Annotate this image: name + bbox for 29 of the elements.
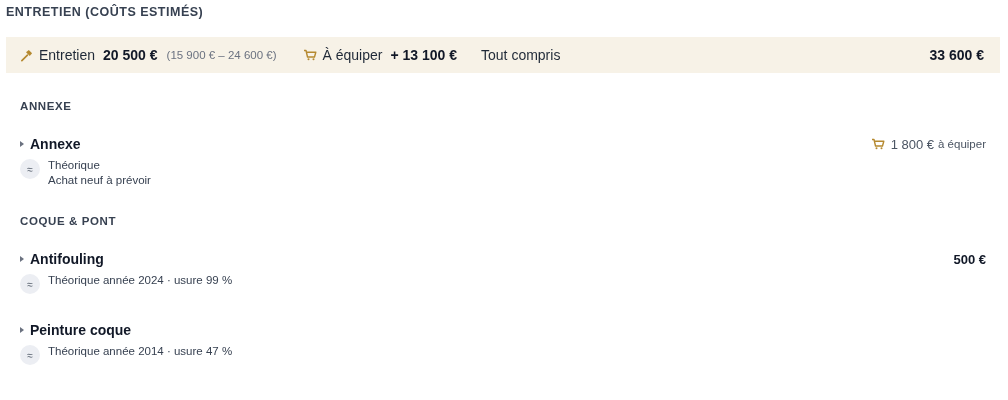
summary-label: Tout compris — [481, 47, 561, 63]
detail-text: Achat neuf à prévoir — [48, 173, 151, 188]
item-name: Antifouling — [30, 251, 104, 267]
category-heading: ANNEXE — [20, 100, 73, 112]
equip-amount: 1 800 € — [890, 136, 935, 152]
detail-text: Théorique année 2024 · usure 99 % — [48, 273, 233, 288]
caret-icon[interactable] — [20, 256, 24, 262]
estimate-badge: ≈ — [20, 159, 40, 179]
cost-amount: 500 € — [953, 251, 986, 267]
cart-icon — [302, 49, 317, 61]
estimate-badge: ≈ — [20, 274, 40, 294]
category-heading: COQUE & PONT — [20, 215, 117, 227]
cart-icon — [870, 138, 885, 150]
item-name: Peinture coque — [30, 322, 132, 338]
caret-icon[interactable] — [20, 141, 24, 147]
section-title: ENTRETIEN (COÛTS ESTIMÉS) — [6, 3, 205, 21]
summary-label: Entretien — [39, 47, 96, 63]
hammer-icon — [20, 48, 33, 62]
caret-icon[interactable] — [20, 327, 24, 333]
summary-amount: 20 500 € — [103, 47, 158, 63]
detail-text: Théorique année 2014 · usure 47 % — [48, 344, 233, 359]
item-name: Annexe — [30, 136, 81, 152]
equip-note: à équiper — [938, 138, 986, 150]
total-amount: 33 600 € — [929, 47, 984, 63]
detail-text: Théorique — [48, 158, 101, 173]
summary-amount: + 13 100 € — [390, 47, 458, 63]
summary-label: À équiper — [322, 47, 383, 63]
estimate-badge: ≈ — [20, 345, 40, 365]
summary-range: (15 900 € – 24 600 €) — [166, 49, 277, 61]
